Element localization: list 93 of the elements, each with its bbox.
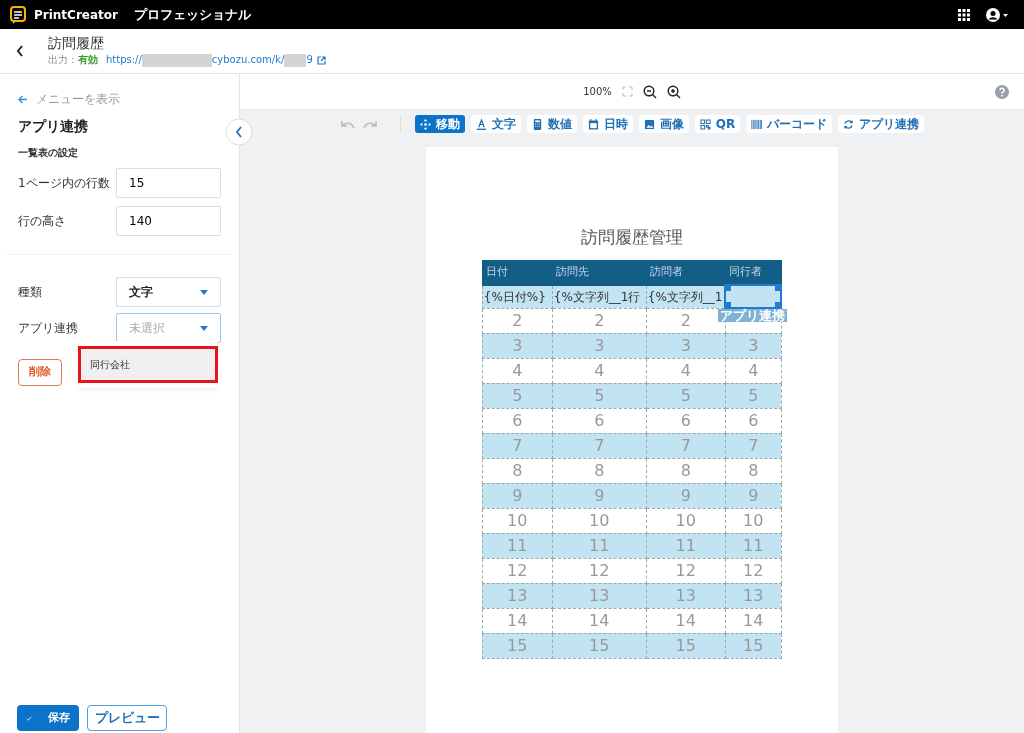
tool-button[interactable]: 画像 <box>638 115 689 133</box>
zoom-in-icon[interactable] <box>666 84 681 99</box>
column-header: 訪問者 <box>646 260 726 285</box>
redacted-block <box>141 53 212 67</box>
calendar-icon <box>587 118 599 130</box>
table-cell: 11 <box>482 533 553 559</box>
tool-button[interactable]: バーコード <box>746 115 833 133</box>
edition-label: プロフェッショナル <box>133 5 251 24</box>
table-cell: 9 <box>552 483 647 509</box>
resize-handle[interactable] <box>726 302 732 308</box>
preview-button[interactable]: プレビュー <box>87 705 167 731</box>
table-cell: {%文字列__1行 <box>552 285 647 309</box>
save-button[interactable]: 保存 <box>17 705 79 731</box>
barcode-icon <box>751 118 763 130</box>
move-icon <box>419 118 431 130</box>
table-cell: 7 <box>482 433 553 459</box>
table-cell: 11 <box>552 533 647 559</box>
zoom-level: 100% <box>583 85 612 99</box>
table-cell: 13 <box>725 583 782 609</box>
column-header: 訪問先 <box>552 260 647 285</box>
output-status: 有効 <box>78 53 98 67</box>
tool-button[interactable]: QR <box>694 115 741 133</box>
number-field[interactable]: 140 <box>116 206 221 236</box>
check-icon <box>26 714 32 722</box>
select-field[interactable]: 文字 <box>116 277 221 307</box>
help-icon[interactable] <box>995 84 1009 99</box>
table-cell: 15 <box>482 633 553 659</box>
user-menu-icon[interactable] <box>986 7 1010 22</box>
delete-button[interactable]: 削除 <box>18 359 62 386</box>
tool-button[interactable]: 移動 <box>414 115 465 133</box>
table-cell: 7 <box>725 433 782 459</box>
resize-handle[interactable] <box>775 302 781 308</box>
redacted-block <box>284 53 307 67</box>
table-cell: 5 <box>725 383 782 409</box>
table-cell: 11 <box>646 533 726 559</box>
url-link[interactable]: https:// cybozu.com/k/ 9 <box>106 52 313 68</box>
menu-link[interactable]: メニューを表示 <box>36 90 120 108</box>
resize-handle[interactable] <box>726 286 732 291</box>
table-cell: 3 <box>552 333 647 359</box>
table-cell: 15 <box>725 633 782 659</box>
number-field[interactable]: 15 <box>116 168 221 198</box>
section-title: 一覧表の設定 <box>18 146 79 160</box>
table-cell: 7 <box>552 433 647 459</box>
qr-code-icon <box>699 118 711 130</box>
page-title: 訪問履歴 <box>48 34 105 52</box>
tool-button[interactable]: 日時 <box>582 115 633 133</box>
app-logo-icon <box>10 5 26 24</box>
tool-button[interactable]: 文字 <box>470 115 521 133</box>
table-cell: 13 <box>482 583 553 609</box>
document-title: 訪問履歴管理 <box>581 226 683 249</box>
table-cell: 5 <box>646 383 726 409</box>
image-icon <box>643 118 655 130</box>
field-label: 行の高さ <box>18 213 66 230</box>
dropdown-caret-icon <box>200 289 208 295</box>
dropdown-caret-icon <box>200 325 208 331</box>
table-cell: {%日付%} <box>482 285 553 309</box>
app-name: PrintCreator <box>34 6 118 24</box>
tool-button[interactable]: アプリ連携 <box>838 115 925 133</box>
table-cell: 9 <box>646 483 726 509</box>
table-cell: 7 <box>646 433 726 459</box>
panel-title: アプリ連携 <box>18 117 89 136</box>
field-label: 種類 <box>18 284 42 301</box>
text-icon <box>475 118 487 130</box>
table-cell: 9 <box>482 483 553 509</box>
redo-icon[interactable] <box>361 119 378 129</box>
table-cell: 5 <box>552 383 647 409</box>
undo-icon[interactable] <box>339 119 356 129</box>
output-label: 出力： <box>48 53 78 67</box>
table-cell: 13 <box>552 583 647 609</box>
table-cell: 3 <box>482 333 553 359</box>
collapse-panel-icon[interactable] <box>225 118 253 146</box>
field-label: アプリ連携 <box>18 320 78 337</box>
table-cell: 9 <box>725 483 782 509</box>
zoom-out-icon[interactable] <box>642 84 657 99</box>
table-cell: 15 <box>552 633 647 659</box>
table-cell: 13 <box>646 583 726 609</box>
apps-grid-icon[interactable] <box>958 8 970 21</box>
table-cell: 5 <box>482 383 553 409</box>
back-arrow-icon[interactable] <box>18 94 28 104</box>
calculator-icon <box>531 118 543 130</box>
table-cell: 11 <box>725 533 782 559</box>
field-label: 1ページ内の行数 <box>18 175 110 192</box>
dropdown-option[interactable]: 同行会社 <box>78 346 218 383</box>
table-cell: 15 <box>646 633 726 659</box>
table-cell: 3 <box>646 333 726 359</box>
column-header: 日付 <box>482 260 553 285</box>
selected-cell[interactable] <box>725 285 782 309</box>
external-link-icon[interactable] <box>316 55 326 65</box>
sync-icon <box>843 118 855 130</box>
table-cell: 3 <box>725 333 782 359</box>
resize-handle[interactable] <box>775 286 781 291</box>
back-icon[interactable] <box>16 45 24 57</box>
tool-button[interactable]: 数値 <box>526 115 577 133</box>
